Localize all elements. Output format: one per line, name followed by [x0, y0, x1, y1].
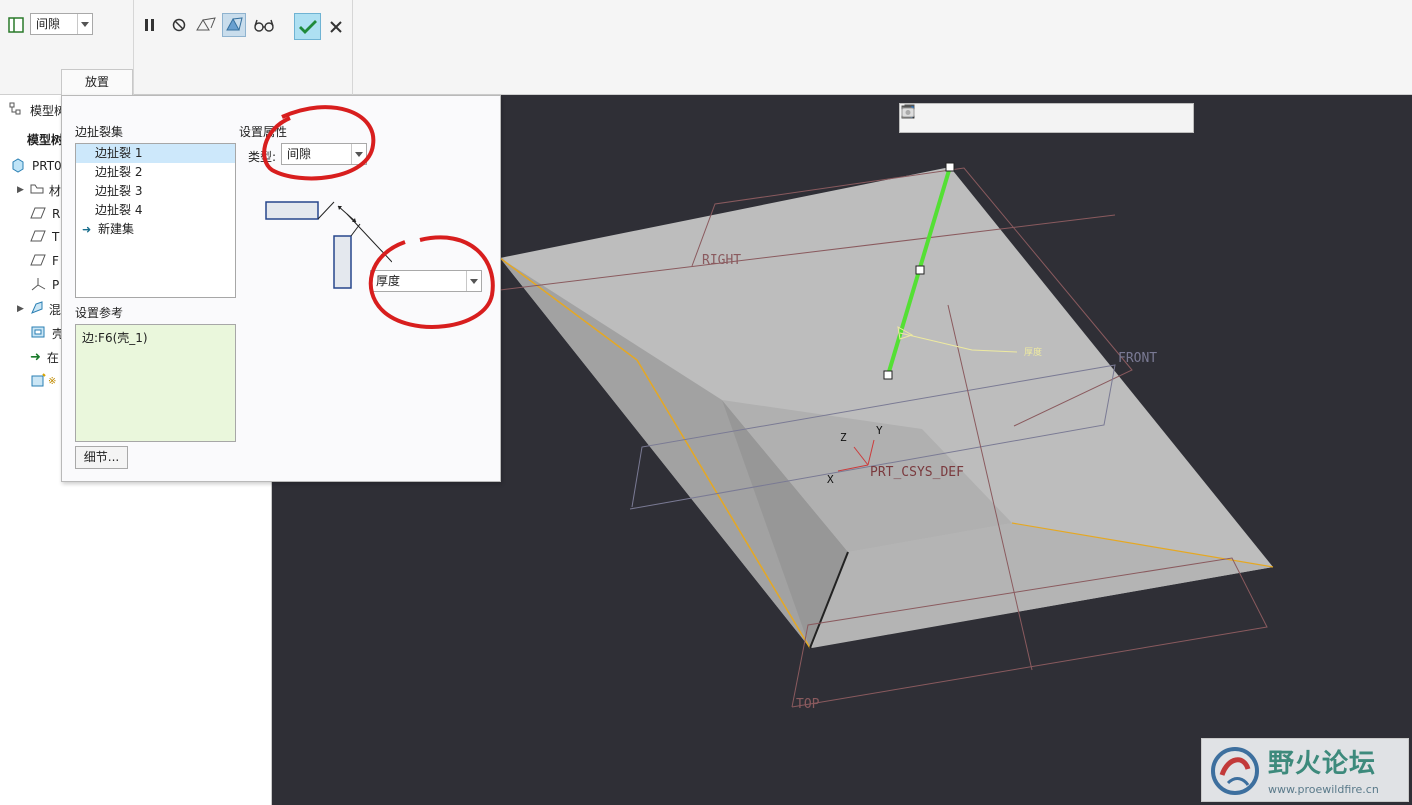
new-set-arrow-icon: ➜	[82, 223, 92, 236]
tree-item-material[interactable]: ▶ 材	[17, 179, 61, 201]
expand-arrow-icon[interactable]: ▶	[17, 185, 24, 195]
ribbon-group-controls	[134, 0, 353, 95]
tree-root-label: PRT0	[32, 159, 62, 173]
datum-plane-icon	[30, 229, 46, 246]
cancel-x-icon[interactable]	[324, 15, 348, 39]
shell-feature-icon	[30, 324, 46, 343]
list-item[interactable]: 边扯裂 3	[76, 182, 235, 201]
datum-plane-icon	[30, 206, 46, 223]
ribbon-group-type: 间隙 放置	[0, 0, 134, 95]
type-select-value: 间隙	[287, 147, 312, 161]
annotation-display-icon[interactable]	[902, 106, 1136, 130]
repaint-icon[interactable]	[901, 105, 1006, 130]
axis-label-y: Y	[876, 424, 883, 437]
tree-item-shell[interactable]: 壳	[30, 322, 64, 344]
datum-label-front: FRONT	[1118, 351, 1157, 366]
pause-icon[interactable]	[138, 13, 162, 37]
tree-root[interactable]: PRT0	[10, 155, 62, 177]
watermark-logo-icon	[1208, 745, 1262, 800]
type-label: 类型:	[248, 150, 277, 164]
verify-mode-icon[interactable]	[222, 13, 246, 37]
preview-geometry-icon[interactable]	[194, 13, 218, 37]
tree-item-blend[interactable]: ▶ 混	[17, 298, 61, 320]
model-tree-icon	[8, 101, 24, 120]
list-item[interactable]: 边扯裂 1	[76, 144, 235, 163]
stop-icon[interactable]	[167, 13, 191, 37]
insert-arrow-icon: ➜	[30, 349, 41, 365]
tree-item-right-plane[interactable]: R	[30, 203, 60, 225]
watermark-title: 野火论坛	[1268, 749, 1377, 779]
list-item[interactable]: 边扯裂 4	[76, 201, 235, 220]
tree-item-csys[interactable]: P	[30, 274, 59, 296]
axis-label-z: Z	[840, 431, 847, 444]
reference-value[interactable]: 边:F6(壳_1)	[82, 331, 148, 345]
tree-item-label: P	[52, 278, 60, 292]
tree-item-label: ※	[48, 375, 57, 387]
new-set-label: 新建集	[98, 222, 135, 236]
tree-item-label: F	[52, 254, 59, 268]
list-item[interactable]: 边扯裂 2	[76, 163, 235, 182]
tree-item-label: T	[52, 230, 60, 244]
tree-item-label: 混	[48, 302, 61, 317]
forum-watermark: 野火论坛 www.proewildfire.cn	[1201, 738, 1409, 802]
spin-center-icon[interactable]	[901, 106, 1162, 130]
blend-feature-icon	[29, 300, 45, 319]
thickness-select[interactable]: 厚度	[370, 270, 482, 292]
saved-views-icon[interactable]	[901, 104, 1058, 130]
ok-check-icon[interactable]	[294, 13, 321, 40]
type-select[interactable]: 间隙	[281, 143, 367, 165]
view-toolbar	[899, 103, 1194, 133]
part-icon	[10, 157, 26, 176]
edge-rip-feature-icon	[30, 372, 46, 391]
datum-plane-icon	[30, 253, 46, 270]
csys-label: PRT_CSYS_DEF	[870, 465, 964, 480]
zoom-in-icon[interactable]	[901, 105, 954, 130]
chevron-down-icon[interactable]	[77, 14, 92, 34]
placement-panel: 边扯裂集 边扯裂 1 边扯裂 2 边扯裂 3 边扯裂 4 ➜ 新建集 设置属性 …	[61, 95, 501, 482]
axis-label-x: X	[827, 473, 834, 486]
tree-item-label: 在	[46, 350, 59, 365]
edge-rip-sets-label: 边扯裂集	[75, 125, 124, 139]
model-tree-subheader[interactable]: 模型树	[27, 131, 63, 148]
ribbon: 间隙 放置	[0, 0, 1412, 95]
watermark-url: www.proewildfire.cn	[1268, 783, 1379, 796]
material-icon	[29, 182, 45, 199]
dimension-label[interactable]: 厚度	[1024, 346, 1042, 358]
set-properties-label: 设置属性	[239, 125, 288, 139]
view-manager-icon[interactable]	[901, 105, 1084, 130]
tree-item-front-plane[interactable]: F	[30, 250, 59, 272]
details-button[interactable]: 细节...	[75, 446, 128, 469]
tree-item-label: 材	[48, 183, 61, 198]
display-style-icon[interactable]	[901, 105, 1032, 130]
csys-icon	[30, 276, 46, 295]
new-set-item[interactable]: ➜ 新建集	[76, 220, 235, 239]
zoom-out-icon[interactable]	[901, 105, 980, 130]
edge-handle-top[interactable]	[945, 162, 955, 172]
chevron-down-icon[interactable]	[466, 271, 481, 291]
datum-label-right: RIGHT	[702, 253, 741, 268]
tree-item-top-plane[interactable]: T	[30, 226, 59, 248]
glasses-preview-icon[interactable]	[252, 13, 276, 37]
render-icon[interactable]	[901, 106, 1188, 130]
reference-collector[interactable]: 边:F6(壳_1)	[75, 324, 236, 442]
expand-arrow-icon[interactable]: ▶	[17, 304, 24, 314]
tree-item-insert-here[interactable]: ➜ 在	[30, 346, 59, 368]
tab-placement[interactable]: 放置	[61, 69, 133, 95]
rip-type-icon	[4, 13, 28, 37]
datum-display-icon[interactable]	[902, 106, 1110, 130]
rip-type-combo-value: 间隙	[36, 17, 61, 31]
tree-item-edge-rip[interactable]: ※	[30, 370, 56, 392]
edge-handle-mid[interactable]	[915, 265, 925, 275]
set-references-label: 设置参考	[75, 306, 124, 320]
thickness-select-value: 厚度	[376, 274, 401, 288]
tree-item-label: R	[52, 207, 61, 221]
chevron-down-icon[interactable]	[351, 144, 366, 164]
datum-label-top: TOP	[796, 697, 820, 712]
edge-rip-set-list[interactable]: 边扯裂 1 边扯裂 2 边扯裂 3 边扯裂 4 ➜ 新建集	[75, 143, 236, 298]
rip-type-combo[interactable]: 间隙	[30, 13, 93, 35]
edge-handle-bottom[interactable]	[883, 370, 893, 380]
